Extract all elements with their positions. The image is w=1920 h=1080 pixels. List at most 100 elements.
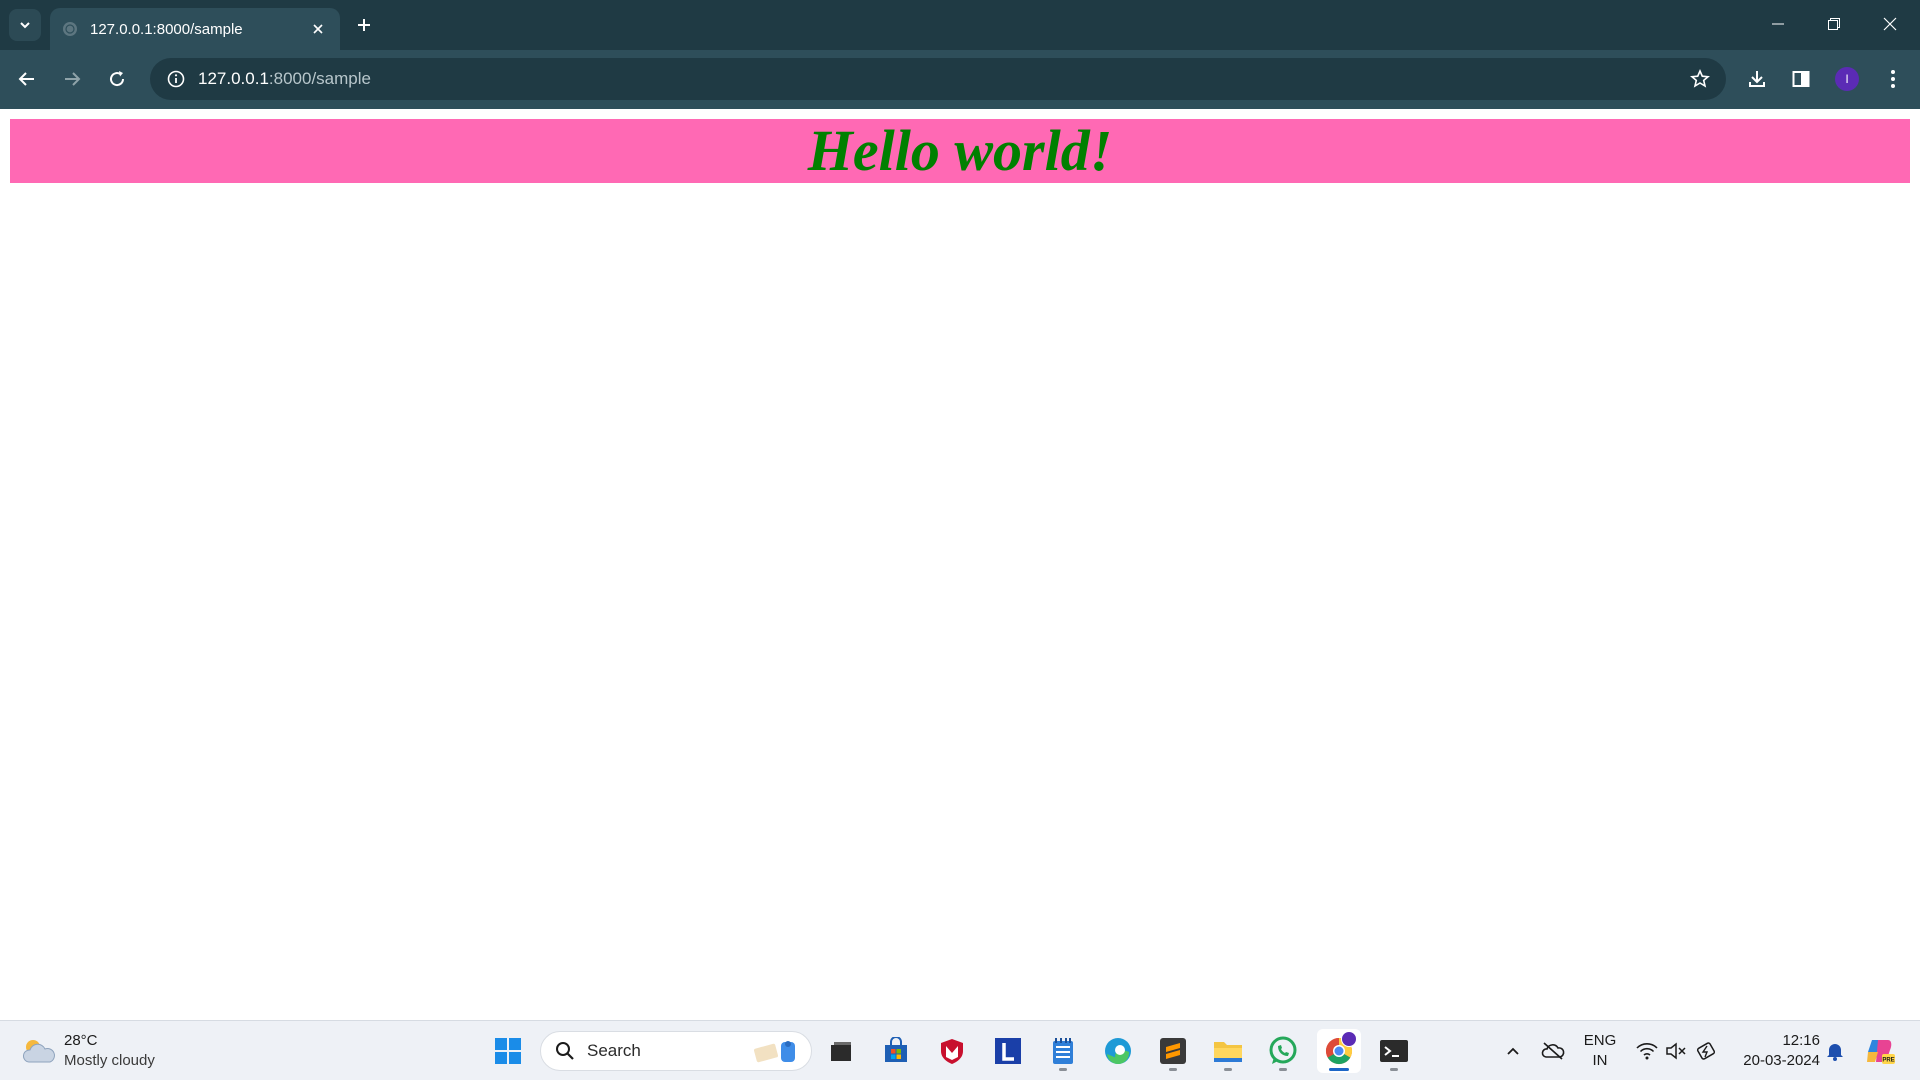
reload-button[interactable] bbox=[100, 62, 134, 96]
show-hidden-icons-button[interactable] bbox=[1500, 1031, 1526, 1071]
region-code: IN bbox=[1592, 1052, 1608, 1069]
partly-cloudy-icon bbox=[23, 1040, 55, 1063]
bookmark-button[interactable] bbox=[1688, 67, 1712, 91]
l-app-icon bbox=[995, 1038, 1021, 1064]
forward-button[interactable] bbox=[55, 62, 89, 96]
onedrive-status[interactable] bbox=[1538, 1031, 1568, 1071]
taskbar-app-task-view[interactable] bbox=[819, 1029, 863, 1073]
volume-muted-icon bbox=[1666, 1042, 1686, 1060]
battery-charging-icon bbox=[1696, 1042, 1716, 1060]
globe-icon bbox=[63, 22, 77, 36]
profile-button[interactable]: I bbox=[1830, 62, 1864, 96]
tab-title: 127.0.0.1:8000/sample bbox=[90, 20, 243, 38]
running-indicator bbox=[1169, 1068, 1177, 1071]
info-icon bbox=[167, 70, 185, 88]
close-window-button[interactable] bbox=[1862, 0, 1918, 48]
downloads-button[interactable] bbox=[1740, 62, 1774, 96]
profile-badge bbox=[1341, 1031, 1357, 1047]
chevron-down-icon bbox=[20, 22, 30, 29]
address-bar[interactable]: 127.0.0.1:8000/sample bbox=[150, 58, 1726, 100]
search-icon bbox=[556, 1042, 574, 1060]
weather-widget[interactable]: 28°C Mostly cloudy bbox=[20, 1030, 155, 1072]
browser-toolbar: 127.0.0.1:8000/sample I bbox=[0, 50, 1920, 109]
battery-status[interactable] bbox=[1694, 1031, 1720, 1071]
url-path: :8000/sample bbox=[268, 69, 371, 88]
running-indicator bbox=[1329, 1068, 1349, 1071]
mcafee-shield-icon bbox=[941, 1039, 963, 1064]
minimize-button[interactable] bbox=[1750, 0, 1806, 48]
chevron-up-icon bbox=[1507, 1047, 1519, 1055]
new-tab-button[interactable] bbox=[350, 11, 378, 39]
taskbar-app-whatsapp[interactable] bbox=[1261, 1029, 1305, 1073]
close-tab-button[interactable] bbox=[308, 19, 328, 39]
taskbar-app-edge[interactable] bbox=[1096, 1029, 1140, 1073]
start-button[interactable] bbox=[486, 1029, 530, 1073]
page-viewport: Hello world! bbox=[0, 109, 1920, 1020]
copilot-button[interactable]: PRE bbox=[1860, 1031, 1900, 1071]
taskbar-app-mcafee[interactable] bbox=[930, 1029, 974, 1073]
minimize-icon bbox=[1772, 23, 1784, 25]
close-icon bbox=[313, 24, 323, 34]
restore-button[interactable] bbox=[1806, 0, 1862, 48]
tab-search-button[interactable] bbox=[9, 9, 41, 41]
weather-condition: Mostly cloudy bbox=[64, 1052, 155, 1069]
page-heading: Hello world! bbox=[807, 118, 1113, 183]
side-panel-button[interactable] bbox=[1784, 62, 1818, 96]
volume-status[interactable] bbox=[1663, 1031, 1689, 1071]
edge-icon bbox=[1105, 1038, 1131, 1065]
wifi-status[interactable] bbox=[1634, 1031, 1660, 1071]
clock-time: 12:16 bbox=[1782, 1032, 1820, 1049]
taskbar-app-store[interactable] bbox=[874, 1029, 918, 1073]
language-code: ENG bbox=[1583, 1032, 1617, 1049]
wifi-icon bbox=[1636, 1043, 1658, 1060]
taskbar-search[interactable]: Search bbox=[540, 1031, 812, 1071]
whatsapp-icon bbox=[1269, 1036, 1297, 1064]
more-vertical-icon bbox=[1891, 70, 1895, 88]
folder-icon bbox=[1214, 1042, 1242, 1062]
taskbar-app-notepad[interactable] bbox=[1041, 1029, 1085, 1073]
notifications-button[interactable] bbox=[1822, 1031, 1848, 1071]
running-indicator bbox=[1059, 1068, 1067, 1071]
notepad-icon bbox=[1053, 1038, 1073, 1064]
weather-temperature: 28°C bbox=[64, 1032, 98, 1049]
search-label: Search bbox=[587, 1041, 641, 1060]
clock-date: 20-03-2024 bbox=[1743, 1052, 1820, 1069]
arrow-left-icon bbox=[18, 72, 34, 86]
star-icon bbox=[1690, 69, 1710, 88]
browser-tab[interactable]: 127.0.0.1:8000/sample bbox=[50, 8, 340, 50]
input-language[interactable]: ENG IN bbox=[1580, 1031, 1620, 1071]
tab-strip: 127.0.0.1:8000/sample bbox=[0, 0, 1920, 50]
avatar: I bbox=[1835, 67, 1859, 91]
search-highlight-icon bbox=[754, 1041, 795, 1063]
url-host: 127.0.0.1 bbox=[198, 69, 269, 88]
taskbar-app-file-explorer[interactable] bbox=[1206, 1029, 1250, 1073]
site-info-button[interactable] bbox=[154, 58, 198, 100]
taskbar-app-terminal[interactable] bbox=[1372, 1029, 1416, 1073]
cloud-off-icon bbox=[1541, 1042, 1565, 1060]
arrow-right-icon bbox=[65, 72, 81, 86]
taskbar-app-l[interactable] bbox=[986, 1029, 1030, 1073]
back-button[interactable] bbox=[10, 62, 44, 96]
restore-icon bbox=[1828, 18, 1840, 30]
taskbar: 28°C Mostly cloudy Search ENG IN 12:16 2… bbox=[0, 1020, 1920, 1080]
running-indicator bbox=[1390, 1068, 1398, 1071]
taskbar-app-sublime[interactable] bbox=[1151, 1029, 1195, 1073]
plus-icon bbox=[358, 19, 370, 31]
windows-logo-icon bbox=[495, 1038, 521, 1064]
reload-icon bbox=[110, 71, 125, 87]
side-panel-icon bbox=[1792, 71, 1810, 87]
terminal-icon bbox=[1380, 1040, 1408, 1062]
taskbar-app-chrome[interactable] bbox=[1317, 1029, 1361, 1073]
running-indicator bbox=[1224, 1068, 1232, 1071]
download-icon bbox=[1749, 71, 1765, 87]
url-text: 127.0.0.1:8000/sample bbox=[198, 69, 371, 89]
svg-text:PRE: PRE bbox=[1882, 1058, 1894, 1064]
system-clock[interactable]: 12:16 20-03-2024 bbox=[1730, 1031, 1820, 1071]
copilot-icon: PRE bbox=[1867, 1040, 1895, 1064]
browser-menu-button[interactable] bbox=[1876, 62, 1910, 96]
running-indicator bbox=[1279, 1068, 1287, 1071]
close-icon bbox=[1883, 17, 1897, 31]
sublime-text-icon bbox=[1160, 1038, 1186, 1064]
hello-banner: Hello world! bbox=[10, 119, 1910, 183]
bell-icon bbox=[1827, 1044, 1843, 1061]
